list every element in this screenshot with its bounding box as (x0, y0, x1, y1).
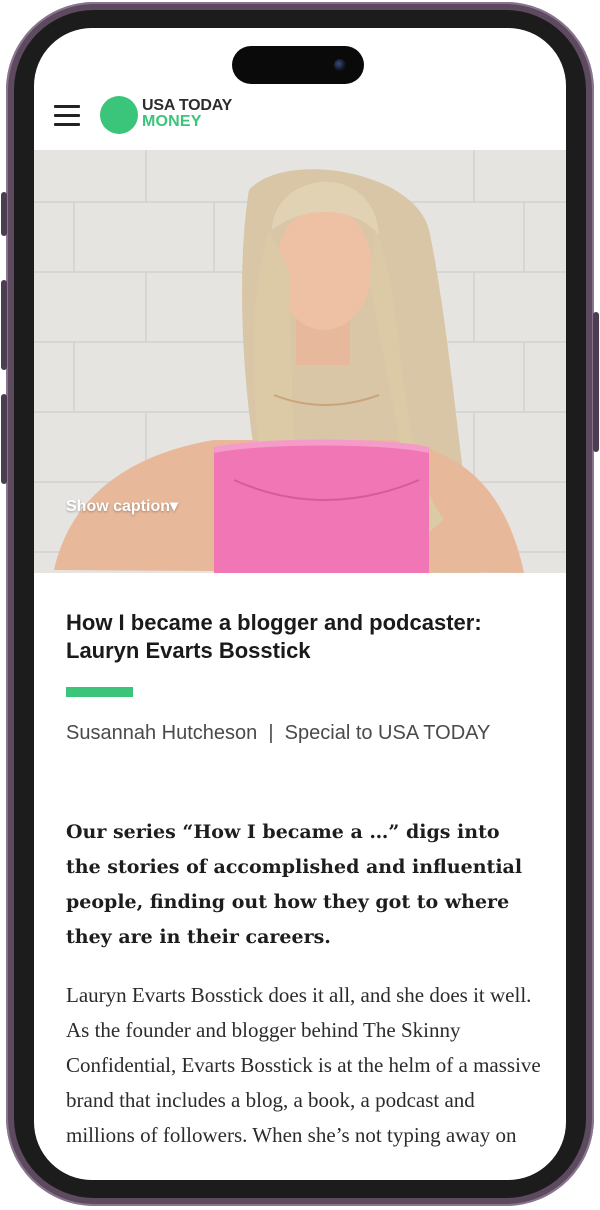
hero-image: Show caption▾ (34, 150, 566, 573)
article-lede: Our series “How I became a …” digs into … (66, 821, 523, 948)
logo-line-money: MONEY (142, 113, 202, 130)
usa-today-logo-dot[interactable] (100, 96, 138, 134)
front-camera-lens (334, 59, 346, 71)
article-byline[interactable]: Susannah Hutcheson | Special to USA TODA… (66, 720, 516, 746)
article-headline: How I became a blogger and podcaster: La… (66, 610, 482, 663)
logo-line-usa-today: USA TODAY (142, 97, 233, 114)
dynamic-island (232, 46, 364, 84)
show-caption-toggle[interactable]: Show caption▾ (66, 496, 178, 516)
headline-accent-bar (66, 687, 133, 697)
article-body-paragraph: Lauryn Evarts Bosstick does it all, and … (66, 983, 541, 1147)
hamburger-menu-icon[interactable] (54, 105, 80, 127)
site-header: USA TODAY MONEY (34, 90, 566, 152)
phone-side-button-left-mid (1, 280, 7, 370)
phone-side-button-right (593, 312, 599, 452)
site-logo[interactable]: USA TODAY MONEY (142, 98, 232, 130)
phone-side-button-left-low (1, 394, 7, 484)
phone-screen: USA TODAY MONEY Show caption▾ How I beca… (34, 28, 566, 1180)
phone-side-button-left-top (1, 192, 7, 236)
